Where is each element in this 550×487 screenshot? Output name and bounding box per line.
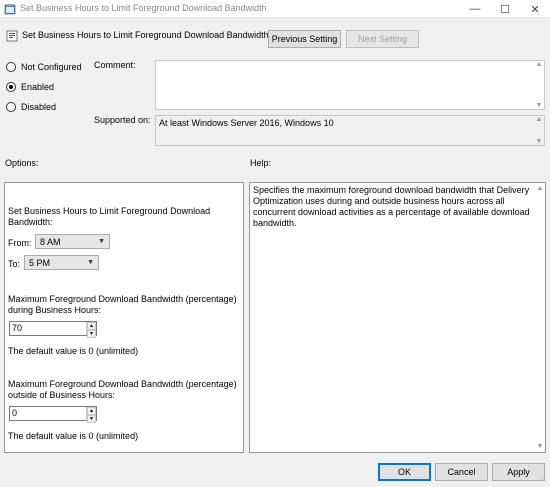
radio-indicator[interactable] xyxy=(6,102,16,112)
apply-button[interactable]: Apply xyxy=(492,463,545,481)
scroll-up-icon[interactable]: ▲ xyxy=(537,185,544,192)
resize-grip-icon[interactable]: ⋱ xyxy=(540,477,548,485)
maximize-icon[interactable]: ☐ xyxy=(490,0,520,18)
scroll-down-icon[interactable]: ▼ xyxy=(536,102,543,109)
cancel-button[interactable]: Cancel xyxy=(435,463,488,481)
spin-up-icon[interactable]: ▲ xyxy=(87,322,96,330)
previous-setting-button[interactable]: Previous Setting xyxy=(268,30,341,48)
to-dropdown[interactable]: 5 PM ▼ xyxy=(24,255,99,270)
supported-on-value: At least Windows Server 2016, Windows 10 xyxy=(159,118,334,128)
to-value: 5 PM xyxy=(29,257,51,268)
from-value: 8 AM xyxy=(40,236,61,247)
radio-indicator[interactable] xyxy=(6,82,16,92)
supported-on-box: At least Windows Server 2016, Windows 10… xyxy=(155,115,545,146)
during-hours-value[interactable]: 70 xyxy=(10,322,86,335)
spin-down-icon[interactable]: ▼ xyxy=(87,415,96,423)
policy-title: Set Business Hours to Limit Foreground D… xyxy=(22,30,269,40)
outside-hours-default-text: The default value is 0 (unlimited) xyxy=(8,431,139,441)
chevron-down-icon: ▼ xyxy=(98,238,105,245)
help-section-label: Help: xyxy=(250,158,272,168)
outside-hours-label: Maximum Foreground Download Bandwidth (p… xyxy=(8,379,237,400)
spin-up-icon[interactable]: ▲ xyxy=(87,407,96,415)
radio-enabled[interactable]: Enabled xyxy=(6,82,54,92)
help-panel: Specifies the maximum foreground downloa… xyxy=(249,182,546,453)
from-label: From: xyxy=(8,238,32,248)
title-bar: Set Business Hours to Limit Foreground D… xyxy=(0,0,550,18)
options-panel: Set Business Hours to Limit Foreground D… xyxy=(4,182,244,453)
during-hours-label: Maximum Foreground Download Bandwidth (p… xyxy=(8,294,237,315)
radio-label: Disabled xyxy=(21,102,57,112)
scroll-up-icon[interactable]: ▲ xyxy=(536,116,543,123)
outside-hours-spinbox[interactable]: 0 ▲ ▼ xyxy=(9,406,97,423)
scroll-down-icon[interactable]: ▼ xyxy=(536,138,543,145)
outside-hours-value[interactable]: 0 xyxy=(10,407,86,420)
spin-down-icon[interactable]: ▼ xyxy=(87,330,96,338)
minimize-icon[interactable]: — xyxy=(460,0,490,18)
ok-button[interactable]: OK xyxy=(378,463,431,481)
policy-setting-icon xyxy=(6,30,18,42)
from-dropdown[interactable]: 8 AM ▼ xyxy=(35,234,110,249)
supported-scrollbar[interactable]: ▲ ▼ xyxy=(534,116,544,145)
close-icon[interactable]: ✕ xyxy=(520,0,550,18)
supported-on-label: Supported on: xyxy=(94,115,151,125)
help-text: Specifies the maximum foreground downloa… xyxy=(253,185,530,228)
radio-not-configured[interactable]: Not Configured xyxy=(6,62,82,72)
options-heading: Set Business Hours to Limit Foreground D… xyxy=(8,206,211,227)
radio-label: Enabled xyxy=(21,82,55,92)
help-scrollbar[interactable]: ▲ ▼ xyxy=(535,185,545,450)
comment-label: Comment: xyxy=(94,60,136,70)
during-hours-spinbox[interactable]: 70 ▲ ▼ xyxy=(9,321,97,338)
next-setting-button[interactable]: Next Setting xyxy=(346,30,419,48)
to-label: To: xyxy=(8,259,21,269)
policy-app-icon xyxy=(4,4,16,15)
during-hours-default-text: The default value is 0 (unlimited) xyxy=(8,346,139,356)
comment-scrollbar[interactable]: ▲ ▼ xyxy=(534,61,544,109)
scroll-down-icon[interactable]: ▼ xyxy=(537,443,544,450)
scroll-up-icon[interactable]: ▲ xyxy=(536,61,543,68)
radio-label: Not Configured xyxy=(21,62,82,72)
comment-textarea[interactable]: ▲ ▼ xyxy=(155,60,545,110)
radio-indicator[interactable] xyxy=(6,62,16,72)
window-title: Set Business Hours to Limit Foreground D… xyxy=(20,3,267,13)
chevron-down-icon: ▼ xyxy=(87,259,94,266)
options-section-label: Options: xyxy=(5,158,39,168)
radio-disabled[interactable]: Disabled xyxy=(6,102,56,112)
